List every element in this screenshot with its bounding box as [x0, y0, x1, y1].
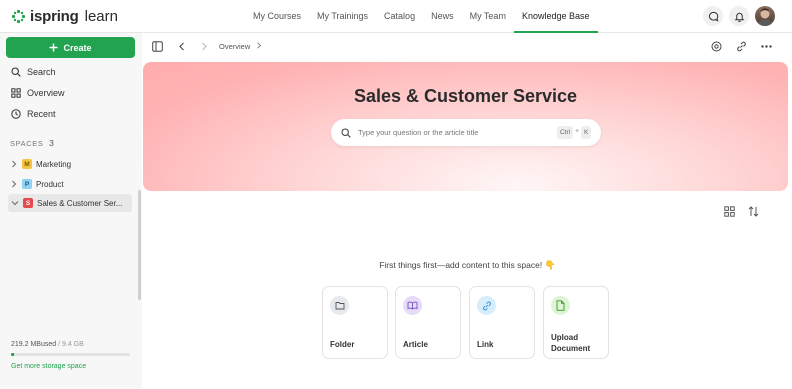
storage-used-suffix: used	[40, 341, 57, 348]
breadcrumb-overview[interactable]: Overview	[219, 42, 250, 51]
chevron-right-icon	[257, 42, 262, 49]
shortcut-ctrl: Ctrl	[557, 126, 574, 139]
back-button[interactable]	[175, 40, 188, 53]
sidebar-item-label: Search	[27, 67, 56, 77]
storage-usage: 219.2 MBused / 9.4 GB	[11, 341, 84, 348]
empty-state-prompt: First things first—add content to this s…	[143, 260, 792, 271]
sidebar-toggle-icon	[152, 41, 163, 52]
chevron-down-icon[interactable]	[11, 200, 19, 206]
storage-progress-bar	[11, 353, 130, 356]
space-label: Sales & Customer Ser...	[37, 198, 123, 208]
more-horizontal-icon	[761, 45, 772, 48]
space-hero-banner: Sales & Customer Service Type your quest…	[143, 62, 788, 191]
search-icon	[11, 67, 21, 77]
sidebar-scrollbar[interactable]	[138, 190, 141, 300]
get-more-storage-link[interactable]: Get more storage space	[11, 363, 86, 370]
space-item-marketing[interactable]: M Marketing	[8, 155, 132, 173]
storage-total: / 9.4 GB	[56, 341, 84, 348]
prompt-text: First things first—add content to this s…	[379, 260, 543, 270]
create-label: Create	[63, 42, 92, 53]
add-article-card[interactable]: Article	[395, 286, 461, 359]
logo-brand: ispring	[30, 8, 79, 25]
card-label: Link	[477, 340, 494, 349]
toggle-sidebar-button[interactable]	[151, 40, 164, 53]
grid-view-icon	[724, 206, 735, 217]
grid-view-button[interactable]	[724, 204, 735, 217]
chat-button[interactable]	[703, 6, 723, 26]
gear-icon	[711, 41, 722, 52]
sidebar-item-search[interactable]: Search	[11, 65, 56, 79]
notifications-button[interactable]	[729, 6, 749, 26]
ispring-logo-icon	[11, 9, 26, 24]
sidebar-item-label: Overview	[27, 88, 65, 98]
more-options-button[interactable]	[760, 40, 773, 53]
spaces-title: SPACES	[10, 139, 44, 148]
grid-icon	[11, 88, 21, 98]
sidebar-item-overview[interactable]: Overview	[11, 86, 65, 100]
nav-my-courses[interactable]: My Courses	[245, 0, 309, 33]
space-title: Sales & Customer Service	[353, 86, 578, 106]
nav-knowledge-base[interactable]: Knowledge Base	[513, 0, 598, 33]
main-nav: My Courses My Trainings Catalog News My …	[245, 0, 598, 33]
link-icon	[737, 41, 746, 52]
sidebar-item-label: Recent	[27, 109, 56, 119]
card-label: Folder	[330, 340, 355, 349]
space-label: Marketing	[36, 159, 72, 169]
chevron-left-icon	[178, 42, 184, 51]
storage-used: 219.2 MB	[11, 341, 41, 348]
spaces-heading: SPACES 3	[10, 138, 55, 148]
space-badge: S	[23, 198, 33, 208]
space-badge: M	[22, 159, 32, 169]
card-label-line1: Upload	[551, 333, 579, 342]
clock-icon	[11, 109, 21, 119]
add-folder-card[interactable]: Folder	[322, 286, 388, 359]
folder-icon	[330, 296, 349, 315]
nav-my-team[interactable]: My Team	[462, 0, 514, 33]
upload-document-card[interactable]: Upload Document	[543, 286, 609, 359]
forward-button[interactable]	[197, 40, 210, 53]
pointing-down-emoji: 👇	[544, 260, 556, 270]
sort-icon	[748, 206, 759, 217]
nav-news[interactable]: News	[423, 0, 462, 33]
shortcut-plus: +	[575, 128, 580, 135]
space-item-sales-customer-service[interactable]: S Sales & Customer Ser...	[8, 194, 132, 212]
bell-icon	[734, 12, 744, 22]
logo[interactable]: ispring learn	[11, 8, 118, 25]
sidebar-item-recent[interactable]: Recent	[11, 107, 56, 121]
copy-link-button[interactable]	[735, 40, 748, 53]
search-placeholder: Type your question or the article title	[358, 128, 479, 137]
chat-icon	[708, 11, 718, 22]
breadcrumb: Overview	[219, 42, 262, 51]
nav-catalog[interactable]: Catalog	[376, 0, 423, 33]
sidebar: Create Search Overview Recent SPACES 3 M…	[0, 33, 142, 389]
card-label: Article	[403, 340, 428, 349]
nav-my-trainings[interactable]: My Trainings	[309, 0, 376, 33]
spaces-count: 3	[49, 138, 55, 148]
space-item-product[interactable]: P Product	[8, 175, 132, 193]
knowledge-search-input[interactable]: Type your question or the article title …	[331, 119, 601, 146]
settings-button[interactable]	[710, 40, 723, 53]
add-link-card[interactable]: Link	[469, 286, 535, 359]
space-label: Product	[36, 179, 64, 189]
create-button[interactable]: Create	[6, 37, 135, 58]
chevron-right-icon[interactable]	[11, 160, 17, 168]
shortcut-k: K	[581, 126, 592, 139]
storage-progress-fill	[11, 353, 14, 356]
link-icon	[477, 296, 496, 315]
sort-button[interactable]	[748, 204, 759, 217]
top-bar: ispring learn My Courses My Trainings Ca…	[0, 0, 792, 33]
chevron-right-icon[interactable]	[11, 180, 17, 188]
document-icon	[551, 296, 570, 315]
chevron-right-icon	[201, 42, 207, 51]
book-icon	[403, 296, 422, 315]
user-avatar[interactable]	[755, 6, 775, 26]
plus-icon	[49, 43, 58, 52]
logo-product: learn	[84, 8, 118, 25]
card-label-line2: Document	[551, 344, 591, 353]
content-toolbar: Overview	[143, 33, 792, 60]
search-icon	[341, 128, 351, 138]
space-badge: P	[22, 179, 32, 189]
card-label: Upload Document	[551, 332, 590, 354]
